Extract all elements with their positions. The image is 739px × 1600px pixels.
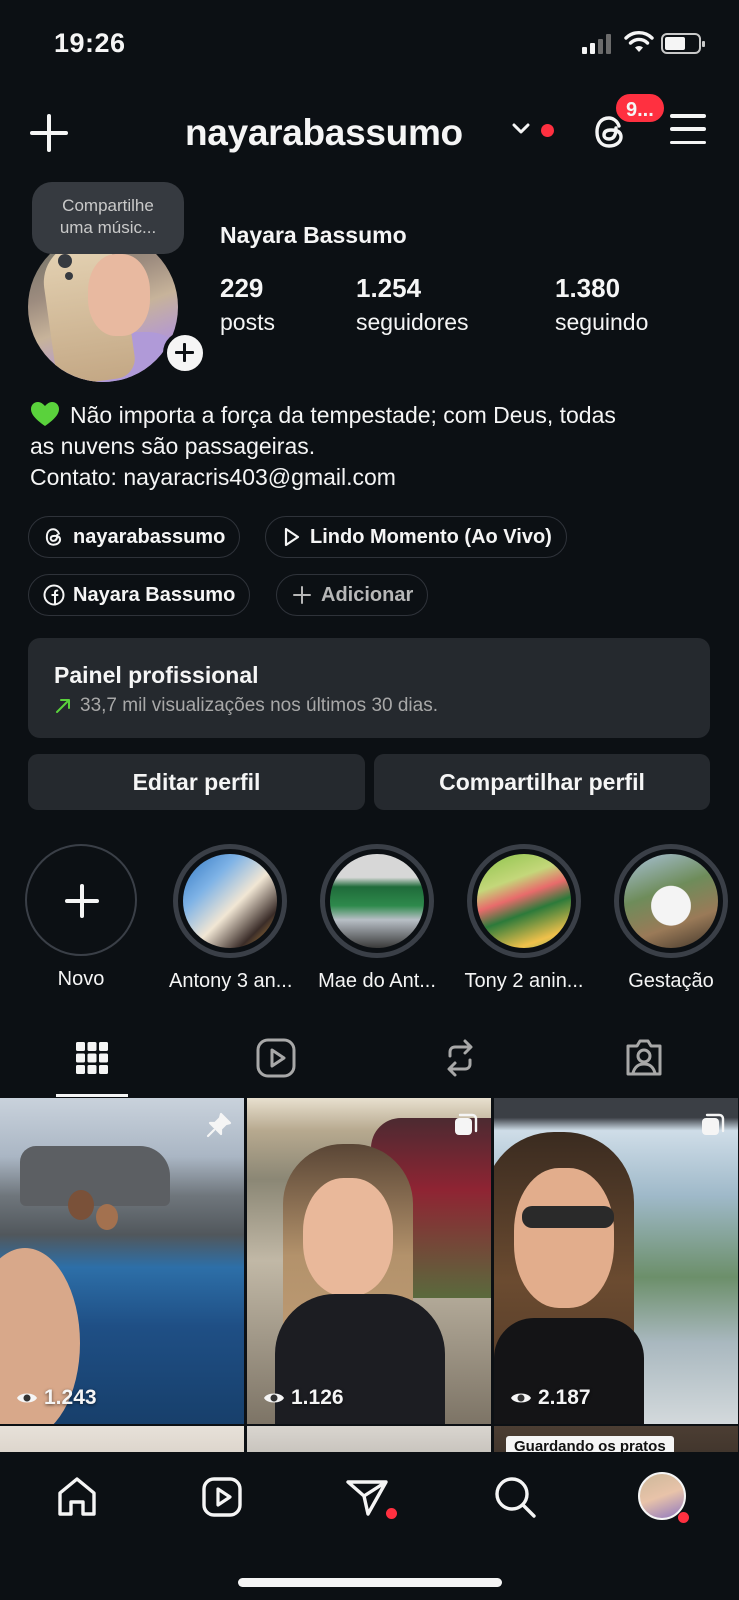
status-bar: 19:26 [0, 0, 739, 90]
pin-icon [206, 1112, 232, 1138]
stat-following-value: 1.380 [555, 273, 621, 303]
highlight-mae-do-antony[interactable]: Mae do Ant... [316, 844, 438, 993]
highlight-cover [624, 854, 718, 948]
highlight-label: Novo [57, 968, 105, 990]
battery-icon [661, 33, 705, 54]
professional-dashboard[interactable]: Painel profissional 33,7 mil visualizaçõ… [28, 638, 710, 738]
threads-link-label: nayarabassumo [73, 525, 226, 548]
stat-posts-value: 229 [220, 273, 264, 303]
carousel-icon [702, 1113, 725, 1135]
account-notification-dot [541, 124, 554, 137]
bio-line1: Não importa a força da tempestade; com D… [70, 402, 616, 428]
bio-line2: as nuvens são passageiras. [30, 433, 316, 459]
facebook-link-chip[interactable]: Nayara Bassumo [28, 574, 251, 616]
post-views-value: 1.126 [291, 1386, 344, 1409]
new-highlight-plus-icon [25, 844, 137, 956]
highlight-antony-3[interactable]: Antony 3 an... [169, 844, 291, 993]
reposts-icon[interactable] [438, 1036, 482, 1080]
eye-icon [17, 1393, 37, 1403]
profile-notification-dot [678, 1512, 689, 1523]
dashboard-subtitle: 33,7 mil visualizações nos últimos 30 di… [80, 695, 439, 716]
play-icon [284, 527, 300, 547]
threads-notification-badge: 9... [614, 92, 666, 124]
share-profile-button[interactable]: Compartilhar perfil [374, 754, 710, 810]
post-views-value: 2.187 [538, 1386, 591, 1409]
note-bubble-tail-small [65, 272, 73, 280]
add-link-chip[interactable]: Adicionar [276, 574, 429, 616]
post-view-count: 2.187 [510, 1386, 591, 1410]
messages-notification-dot [386, 1508, 397, 1519]
stat-posts[interactable]: 229 posts [220, 273, 275, 336]
post-view-count: 1.126 [263, 1386, 344, 1410]
reels-icon[interactable] [199, 1474, 245, 1520]
avatar[interactable] [28, 232, 178, 382]
post-thumbnail[interactable]: 1.126 [247, 1098, 491, 1424]
stat-followers-label: seguidores [356, 309, 469, 335]
stat-following-label: seguindo [555, 309, 649, 335]
green-heart-icon [31, 402, 59, 426]
highlight-label: Gestação [628, 970, 714, 992]
facebook-icon [43, 584, 65, 606]
create-plus-icon[interactable] [30, 114, 68, 152]
stat-following[interactable]: 1.380 seguindo [555, 273, 648, 336]
trend-up-arrow-icon [56, 699, 70, 713]
hamburger-menu-icon[interactable] [670, 114, 706, 144]
highlight-tony-2[interactable]: Tony 2 anin... [463, 844, 585, 993]
active-tab-indicator [56, 1094, 128, 1097]
post-thumbnail[interactable]: 2.187 [494, 1098, 738, 1424]
highlight-gestacao[interactable]: Gestação [610, 844, 732, 993]
threads-icon [45, 528, 62, 546]
facebook-link-label: Nayara Bassumo [73, 583, 236, 606]
post-views-value: 1.243 [44, 1386, 97, 1409]
highlight-label: Antony 3 an... [169, 970, 291, 992]
profile-avatar-wrapper[interactable] [28, 232, 207, 382]
highlight-label: Tony 2 anin... [464, 970, 584, 992]
highlight-cover [477, 854, 571, 948]
eye-icon [264, 1393, 284, 1403]
dashboard-subtitle-row: 33,7 mil visualizações nos últimos 30 di… [54, 695, 684, 717]
search-icon[interactable] [492, 1474, 538, 1520]
profile-full-name: Nayara Bassumo [220, 222, 407, 248]
reels-icon[interactable] [254, 1036, 298, 1080]
status-time: 19:26 [54, 28, 126, 58]
highlight-cover [183, 854, 277, 948]
edit-profile-button[interactable]: Editar perfil [28, 754, 365, 810]
profile-header: nayarabassumo 9... [0, 92, 739, 164]
wifi-icon [624, 31, 654, 52]
note-bubble-tail [58, 254, 72, 268]
grid-icon[interactable] [70, 1036, 114, 1080]
add-plus-icon [293, 586, 311, 604]
add-link-label: Adicionar [321, 583, 414, 606]
note-bubble[interactable]: Compartilhe uma músic... [32, 182, 184, 254]
bio-line3[interactable]: Contato: nayaracris403@gmail.com [30, 462, 720, 493]
highlight-new[interactable]: Novo [22, 844, 140, 991]
cellular-signal-icon [582, 34, 611, 54]
stat-posts-label: posts [220, 309, 275, 335]
profile-bio: Não importa a força da tempestade; com D… [30, 400, 720, 493]
stat-followers-value: 1.254 [356, 273, 422, 303]
direct-messages-icon[interactable] [344, 1474, 390, 1520]
bottom-navigation [0, 1452, 739, 1600]
post-view-count: 1.243 [16, 1386, 97, 1410]
highlight-cover [330, 854, 424, 948]
highlight-label: Mae do Ant... [318, 970, 436, 992]
music-link-chip[interactable]: Lindo Momento (Ao Vivo) [265, 516, 567, 558]
dashboard-title: Painel profissional [54, 662, 259, 688]
profile-content-tabs [0, 1020, 739, 1098]
stat-followers[interactable]: 1.254 seguidores [356, 273, 469, 336]
chevron-down-icon[interactable] [511, 122, 531, 136]
home-indicator[interactable] [238, 1578, 502, 1587]
music-link-label: Lindo Momento (Ao Vivo) [310, 525, 552, 548]
home-icon[interactable] [54, 1474, 100, 1520]
add-story-plus-icon[interactable] [163, 331, 207, 375]
username-switcher[interactable]: nayarabassumo [185, 112, 463, 154]
threads-link-chip[interactable]: nayarabassumo [28, 516, 241, 558]
tagged-icon[interactable] [622, 1036, 666, 1080]
note-text-line1: Compartilhe [62, 196, 154, 215]
carousel-icon [455, 1113, 478, 1135]
note-text-line2: uma músic... [59, 218, 157, 237]
post-thumbnail[interactable]: 1.243 [0, 1098, 244, 1424]
eye-icon [511, 1393, 531, 1403]
